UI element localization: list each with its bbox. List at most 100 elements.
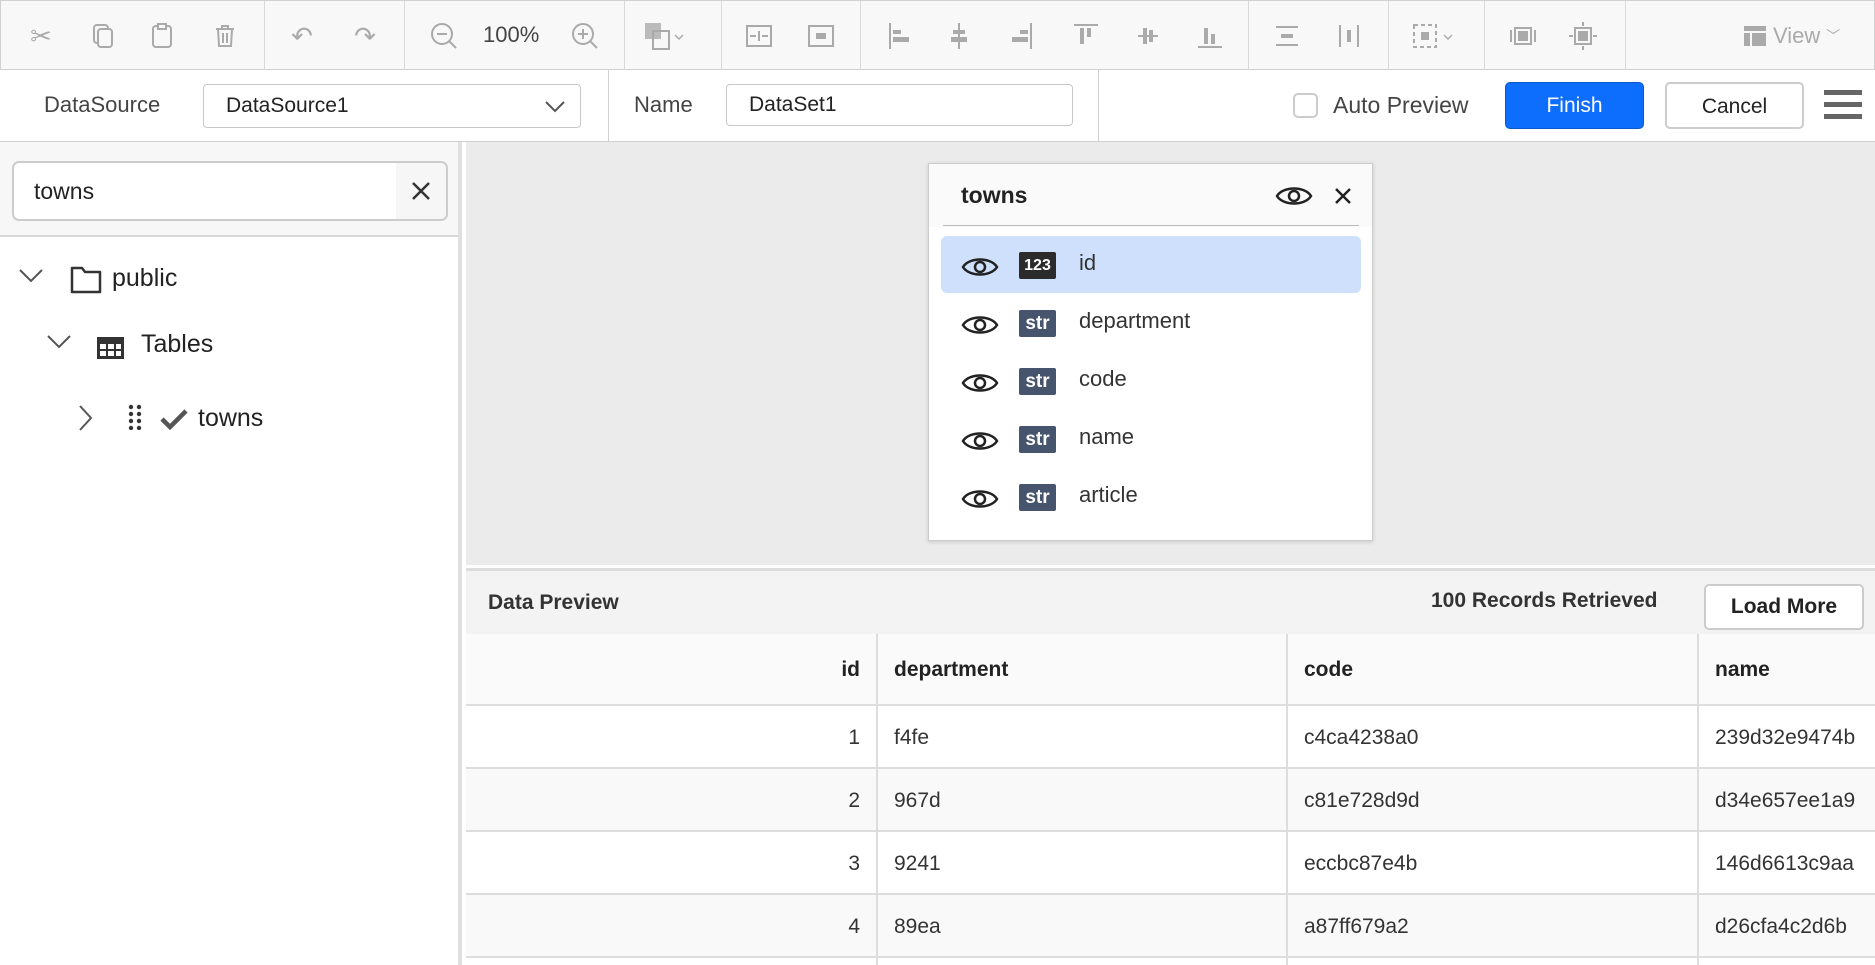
close-icon — [412, 182, 430, 200]
data-preview-title: Data Preview — [488, 591, 619, 614]
view-label: View — [1773, 23, 1821, 48]
table-cell: 4 — [466, 895, 878, 958]
field-name: department — [1079, 308, 1191, 333]
distribute-vertical-icon[interactable] — [1272, 21, 1302, 51]
chevron-down-icon: ﹀ — [1826, 28, 1841, 44]
table-cell: 967d — [878, 769, 1288, 832]
field-type-badge: str — [1019, 484, 1056, 511]
finish-button[interactable]: Finish — [1505, 82, 1644, 129]
paste-icon[interactable] — [147, 21, 177, 51]
delete-icon[interactable] — [210, 21, 240, 51]
distribute-horizontal-icon[interactable] — [1334, 21, 1364, 51]
column-header[interactable]: code — [1288, 634, 1699, 706]
zoom-out-icon[interactable] — [429, 21, 459, 51]
tree-label: towns — [198, 404, 264, 432]
eye-icon[interactable] — [961, 253, 999, 281]
table-cell: 2 — [466, 769, 878, 832]
align-middle-icon[interactable] — [1133, 21, 1163, 51]
fit-width-icon[interactable] — [1508, 21, 1538, 51]
zoom-level: 100% — [483, 22, 540, 47]
data-preview-header: Data Preview 100 Records Retrieved Load … — [466, 568, 1875, 634]
auto-preview-label: Auto Preview — [1333, 92, 1469, 118]
eye-icon[interactable] — [961, 427, 999, 455]
eye-icon[interactable] — [961, 311, 999, 339]
selection-icon[interactable] — [1411, 21, 1461, 51]
table-cell: c81e728d9d — [1288, 769, 1699, 832]
field-item[interactable]: str department — [941, 294, 1361, 351]
chevron-down-icon — [545, 101, 565, 113]
zoom-in-icon[interactable] — [570, 21, 600, 51]
table-cell: 1 — [466, 706, 878, 769]
column-header[interactable]: department — [878, 634, 1288, 706]
column-header[interactable]: id — [466, 634, 878, 706]
copy-icon[interactable] — [88, 21, 118, 51]
table-icon — [97, 337, 124, 359]
table-cell: eccbc87e4b — [1288, 832, 1699, 895]
split-vertical-icon[interactable] — [806, 21, 836, 51]
align-right-icon[interactable] — [1006, 21, 1036, 51]
field-item[interactable]: str name — [941, 410, 1361, 467]
column-header[interactable]: name — [1699, 634, 1875, 706]
search-box — [12, 161, 448, 221]
fill-icon[interactable] — [643, 21, 693, 51]
table-cell: 146d6613c9aa — [1699, 832, 1875, 895]
field-name: id — [1079, 250, 1097, 275]
undo-icon[interactable]: ↶ — [287, 21, 317, 51]
field-type-badge: str — [1019, 310, 1056, 337]
datasource-select[interactable]: DataSource1 — [203, 84, 581, 128]
table-cell: d26cfa4c2d6b — [1699, 895, 1875, 958]
table-cell: c4ca4238a0 — [1288, 706, 1699, 769]
table-cell: d34e657ee1a9 — [1699, 769, 1875, 832]
name-label: Name — [634, 92, 693, 117]
close-icon[interactable] — [1333, 186, 1353, 206]
datasource-value: DataSource1 — [226, 94, 349, 117]
field-type-badge: str — [1019, 368, 1056, 395]
split-horizontal-icon[interactable] — [744, 21, 774, 51]
align-center-icon[interactable] — [944, 21, 974, 51]
tree-label: public — [112, 264, 178, 292]
align-bottom-icon[interactable] — [1195, 21, 1225, 51]
check-icon — [160, 409, 188, 430]
table-cell: 9241 — [878, 832, 1288, 895]
folder-icon — [70, 266, 102, 294]
table-cell: f4fe — [878, 706, 1288, 769]
field-type-badge: str — [1019, 426, 1056, 453]
table-field-panel[interactable]: towns 123 id str department str code str… — [928, 163, 1373, 541]
table-cell: 3 — [466, 832, 878, 895]
fit-page-icon[interactable] — [1568, 21, 1598, 51]
view-dropdown[interactable]: View ﹀ — [1743, 21, 1840, 51]
tree-label: Tables — [141, 330, 214, 358]
field-name: code — [1079, 366, 1127, 391]
field-name: article — [1079, 482, 1138, 507]
data-preview-grid: id department code name 1 f4fe c4ca4238a0 239d3… — [466, 634, 1875, 965]
field-item[interactable]: str code — [941, 352, 1361, 409]
cancel-button[interactable]: Cancel — [1665, 82, 1804, 129]
field-item[interactable]: str article — [941, 468, 1361, 525]
name-input[interactable] — [726, 84, 1073, 126]
view-icon — [1744, 26, 1766, 46]
field-type-badge: 123 — [1019, 252, 1056, 279]
drag-handle-icon[interactable] — [128, 404, 142, 430]
chevron-right-icon[interactable] — [78, 404, 94, 432]
scissors-icon[interactable]: ✂ — [26, 21, 56, 51]
table-cell: 89ea — [878, 895, 1288, 958]
align-top-icon[interactable] — [1071, 21, 1101, 51]
search-input[interactable] — [34, 163, 394, 219]
table-cell: 239d32e9474b — [1699, 706, 1875, 769]
eye-icon[interactable] — [961, 369, 999, 397]
table-row — [466, 958, 1875, 965]
align-left-icon[interactable] — [885, 21, 915, 51]
eye-icon[interactable] — [961, 485, 999, 513]
eye-icon[interactable] — [1275, 182, 1313, 210]
auto-preview-checkbox[interactable] — [1293, 93, 1318, 118]
load-more-button[interactable]: Load More — [1704, 584, 1864, 630]
menu-icon[interactable] — [1824, 90, 1862, 122]
chevron-down-icon[interactable] — [46, 334, 72, 350]
schema-panel: public Tables towns — [0, 142, 462, 965]
records-count: 100 Records Retrieved — [1431, 589, 1658, 612]
chevron-down-icon[interactable] — [18, 268, 44, 284]
clear-search-button[interactable] — [396, 163, 446, 219]
field-item[interactable]: 123 id — [941, 236, 1361, 293]
redo-icon[interactable]: ↷ — [350, 21, 380, 51]
toolbar: ✂ ↶ ↷ 100% View ﹀ — [0, 0, 1875, 71]
